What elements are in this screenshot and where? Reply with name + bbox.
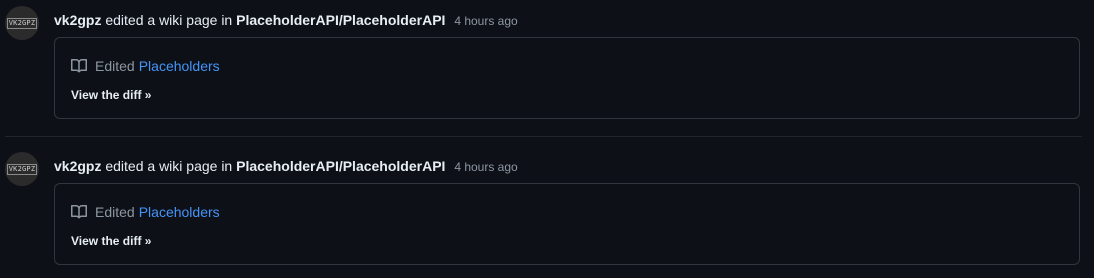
book-icon	[71, 204, 87, 219]
repo-link[interactable]: PlaceholderAPI/PlaceholderAPI	[236, 158, 445, 174]
wiki-page-link[interactable]: Placeholders	[139, 56, 220, 76]
book-icon	[71, 58, 87, 73]
feed-divider	[5, 136, 1082, 137]
edited-label: Edited	[95, 58, 135, 74]
repo-link[interactable]: PlaceholderAPI/PlaceholderAPI	[236, 12, 445, 28]
wiki-edit-line: Edited Placeholders	[71, 202, 220, 222]
event-headline: vk2gpz edited a wiki page in Placeholder…	[54, 156, 518, 177]
view-diff-link[interactable]: View the diff »	[71, 87, 151, 103]
event-time[interactable]: 4 hours ago	[454, 14, 517, 28]
event-card: Edited Placeholders View the diff »	[54, 37, 1080, 119]
edited-label: Edited	[95, 204, 135, 220]
view-diff-link[interactable]: View the diff »	[71, 233, 151, 249]
avatar-text: VK2GPZ	[6, 17, 38, 29]
event-time[interactable]: 4 hours ago	[454, 160, 517, 174]
avatar-text: VK2GPZ	[6, 163, 38, 175]
event-card: Edited Placeholders View the diff »	[54, 183, 1080, 265]
activity-feed: VK2GPZ vk2gpz edited a wiki page in Plac…	[0, 0, 1094, 278]
event-action: edited a wiki page in	[105, 12, 233, 28]
actor-link[interactable]: vk2gpz	[54, 158, 101, 174]
event-headline: vk2gpz edited a wiki page in Placeholder…	[54, 10, 518, 31]
wiki-page-link[interactable]: Placeholders	[139, 202, 220, 222]
wiki-edit-line: Edited Placeholders	[71, 56, 220, 76]
actor-link[interactable]: vk2gpz	[54, 12, 101, 28]
event-action: edited a wiki page in	[105, 158, 233, 174]
avatar[interactable]: VK2GPZ	[5, 6, 39, 40]
avatar[interactable]: VK2GPZ	[5, 152, 39, 186]
